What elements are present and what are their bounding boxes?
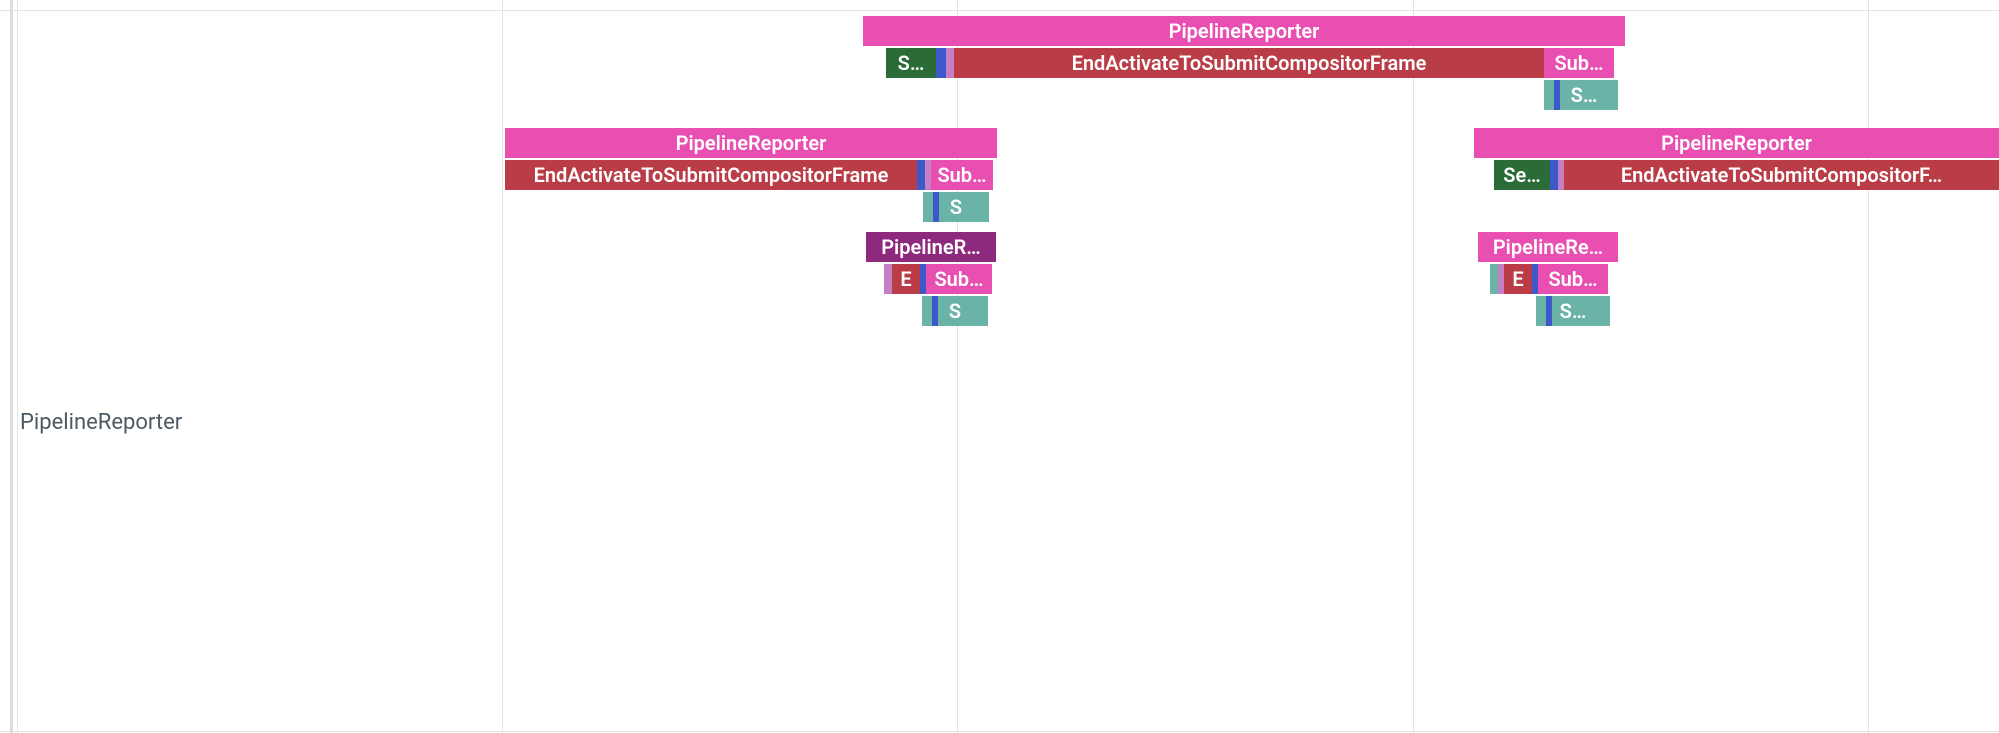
slice-tiny-blue[interactable] bbox=[936, 48, 946, 78]
slice-pipelinereporter[interactable]: PipelineReporter bbox=[505, 128, 997, 158]
slice-tiny-teal[interactable] bbox=[1608, 80, 1618, 110]
slice-s[interactable]: S… bbox=[886, 48, 936, 78]
slice-e[interactable]: E bbox=[1504, 264, 1532, 294]
slice-endactivate[interactable]: EndActivateToSubmitCompositorF… bbox=[1564, 160, 1999, 190]
slice-s[interactable]: S bbox=[939, 192, 973, 222]
slice-s[interactable]: S… bbox=[1560, 80, 1608, 110]
slice-pipelinereporter[interactable]: PipelineRe… bbox=[1478, 232, 1618, 262]
slice-tiny-teal[interactable] bbox=[1594, 296, 1610, 326]
slice-se[interactable]: Se… bbox=[1494, 160, 1550, 190]
slice-s[interactable]: S… bbox=[1552, 296, 1594, 326]
slice-endactivate[interactable]: EndActivateToSubmitCompositorFrame bbox=[505, 160, 917, 190]
row-label-pipelinereporter: PipelineReporter bbox=[20, 410, 182, 435]
slice-tiny-teal[interactable] bbox=[972, 296, 988, 326]
slice-tiny-teal[interactable] bbox=[923, 192, 933, 222]
slice-sub[interactable]: Sub… bbox=[1544, 48, 1614, 78]
slice-tiny-teal[interactable] bbox=[1490, 264, 1498, 294]
slice-e[interactable]: E bbox=[892, 264, 920, 294]
slice-tiny-teal[interactable] bbox=[1544, 80, 1554, 110]
slice-sub[interactable]: Sub… bbox=[926, 264, 992, 294]
slice-tiny-teal[interactable] bbox=[973, 192, 989, 222]
slice-tiny-teal[interactable] bbox=[922, 296, 932, 326]
slice-pipelinereporter[interactable]: PipelineReporter bbox=[1474, 128, 1999, 158]
slice-tiny-blue[interactable] bbox=[1550, 160, 1558, 190]
slice-s[interactable]: S bbox=[938, 296, 972, 326]
slice-sub[interactable]: Sub… bbox=[931, 160, 993, 190]
slice-tiny-orchid[interactable] bbox=[946, 48, 954, 78]
slice-pipelinereporter[interactable]: PipelineReporter bbox=[863, 16, 1625, 46]
slice-tiny-teal[interactable] bbox=[1536, 296, 1546, 326]
slice-tiny-orchid[interactable] bbox=[884, 264, 892, 294]
slice-pipelinereporter-selected[interactable]: PipelineR… bbox=[866, 232, 996, 262]
slice-sub[interactable]: Sub… bbox=[1538, 264, 1608, 294]
slice-tiny-blue[interactable] bbox=[917, 160, 925, 190]
slice-endactivate[interactable]: EndActivateToSubmitCompositorFrame bbox=[954, 48, 1544, 78]
